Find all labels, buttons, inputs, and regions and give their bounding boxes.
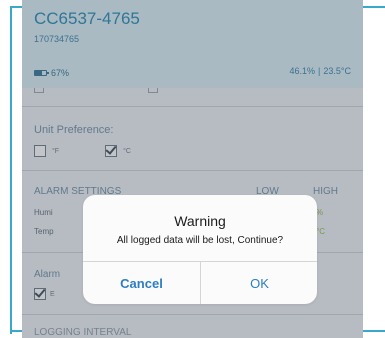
screenshot-frame: CC6537-4765 170734765 67% 46.1% | 23.5°C U…: [0, 0, 385, 338]
dialog-title: Warning: [174, 213, 226, 229]
warning-dialog: Warning All logged data will be lost, Co…: [83, 195, 317, 304]
ok-button[interactable]: OK: [201, 262, 317, 304]
app-screen: CC6537-4765 170734765 67% 46.1% | 23.5°C U…: [22, 0, 363, 338]
dialog-message: All logged data will be lost, Continue?: [116, 235, 284, 246]
frame-border-left: [10, 6, 12, 334]
cancel-button[interactable]: Cancel: [83, 262, 200, 304]
